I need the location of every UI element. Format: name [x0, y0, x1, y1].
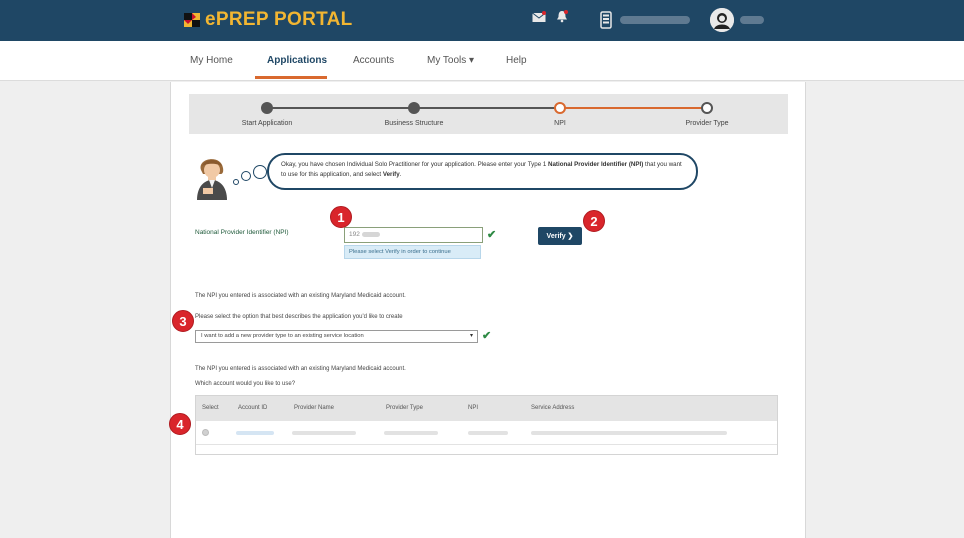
row-select-radio[interactable]: [202, 429, 209, 436]
col-select: Select: [202, 405, 219, 411]
npi-input[interactable]: 192: [344, 227, 483, 243]
step-label-business: Business Structure: [384, 120, 444, 127]
account-notice-2: The NPI you entered is associated with a…: [195, 366, 406, 372]
account-notice-1: The NPI you entered is associated with a…: [195, 293, 406, 299]
npi-redacted: [468, 431, 508, 435]
bell-icon[interactable]: [556, 10, 568, 23]
application-panel: Start Application Business Structure NPI…: [170, 82, 806, 538]
step-dot-business: [408, 102, 420, 114]
mail-icon[interactable]: [532, 10, 546, 23]
npi-valid-check-icon: ✔: [487, 229, 497, 241]
application-type-select[interactable]: I want to add a new provider type to an …: [195, 330, 478, 343]
top-bar: ePREP PORTAL: [0, 0, 964, 41]
service-address-redacted: [531, 431, 727, 435]
assistant-text-verify: Verify: [382, 171, 400, 178]
npi-value-redacted: [361, 231, 380, 237]
table-row[interactable]: [196, 421, 777, 445]
logo-flag-icon: [183, 11, 201, 29]
select-valid-check-icon: ✔: [482, 330, 492, 342]
page-gutter-right: [806, 82, 964, 538]
tablet-icon[interactable]: [600, 11, 612, 29]
assistant-woman-icon: [197, 159, 227, 200]
step-label-start: Start Application: [241, 120, 293, 127]
col-account-id: Account ID: [238, 405, 268, 411]
app-title: ePREP PORTAL: [205, 9, 353, 30]
main-nav: My Home Applications Accounts My Tools ▾…: [0, 41, 964, 81]
step-label-npi: NPI: [554, 120, 566, 127]
assistant-message: Okay, you have chosen Individual Solo Pr…: [267, 153, 698, 190]
assistant-avatar: [191, 152, 235, 205]
nav-my-tools[interactable]: My Tools ▾: [427, 55, 474, 66]
nav-active-indicator: [255, 76, 327, 79]
col-service-address: Service Address: [531, 405, 575, 411]
accounts-table: Select Account ID Provider Name Provider…: [195, 395, 778, 455]
page-gutter-left: [8, 82, 170, 538]
callout-badge-3: 3: [172, 310, 194, 332]
select-prompt: Please select the option that best descr…: [195, 314, 403, 320]
thought-dot-small: [233, 179, 239, 185]
account-prompt: Which account would you like to use?: [195, 381, 296, 387]
npi-value: 192: [349, 231, 360, 238]
callout-badge-2: 2: [583, 210, 605, 232]
col-npi: NPI: [468, 405, 479, 411]
assistant-text-end: .: [399, 171, 402, 178]
assistant-text-npi: National Provider Identifier (NPI): [548, 161, 644, 168]
nav-applications[interactable]: Applications: [267, 55, 327, 66]
nav-accounts[interactable]: Accounts: [353, 55, 394, 66]
provider-type-redacted: [384, 431, 438, 435]
step-dot-npi: [554, 102, 566, 114]
step-line-current: [554, 107, 704, 109]
step-dot-provider-type: [701, 102, 713, 114]
user-name-redacted: [740, 16, 764, 24]
nav-my-home[interactable]: My Home: [190, 55, 233, 66]
provider-name-redacted: [292, 431, 356, 435]
npi-label: National Provider Identifier (NPI): [195, 229, 289, 236]
step-label-provider-type: Provider Type: [685, 120, 729, 127]
assistant-text-1: Okay, you have chosen Individual Solo Pr…: [281, 161, 549, 168]
progress-stepper: Start Application Business Structure NPI…: [189, 94, 788, 134]
app-logo[interactable]: ePREP PORTAL: [183, 9, 353, 31]
callout-badge-4: 4: [169, 413, 191, 435]
nav-help[interactable]: Help: [506, 55, 527, 66]
table-header: Select Account ID Provider Name Provider…: [196, 396, 777, 421]
user-id-redacted: [620, 16, 690, 24]
col-provider-name: Provider Name: [294, 405, 335, 411]
chevron-down-icon: ▾: [469, 333, 473, 339]
account-id-redacted: [236, 431, 274, 435]
user-avatar-icon[interactable]: [710, 8, 734, 32]
verify-button[interactable]: Verify ❯: [538, 227, 582, 245]
thought-dot-medium: [241, 171, 251, 181]
user-menu[interactable]: [600, 8, 764, 32]
header-actions: [532, 10, 578, 23]
npi-hint: Please select Verify in order to continu…: [344, 245, 481, 259]
col-provider-type: Provider Type: [386, 405, 423, 411]
application-type-selected: I want to add a new provider type to an …: [201, 333, 364, 339]
callout-badge-1: 1: [330, 206, 352, 228]
step-dot-start: [261, 102, 273, 114]
thought-dot-large: [253, 165, 267, 179]
